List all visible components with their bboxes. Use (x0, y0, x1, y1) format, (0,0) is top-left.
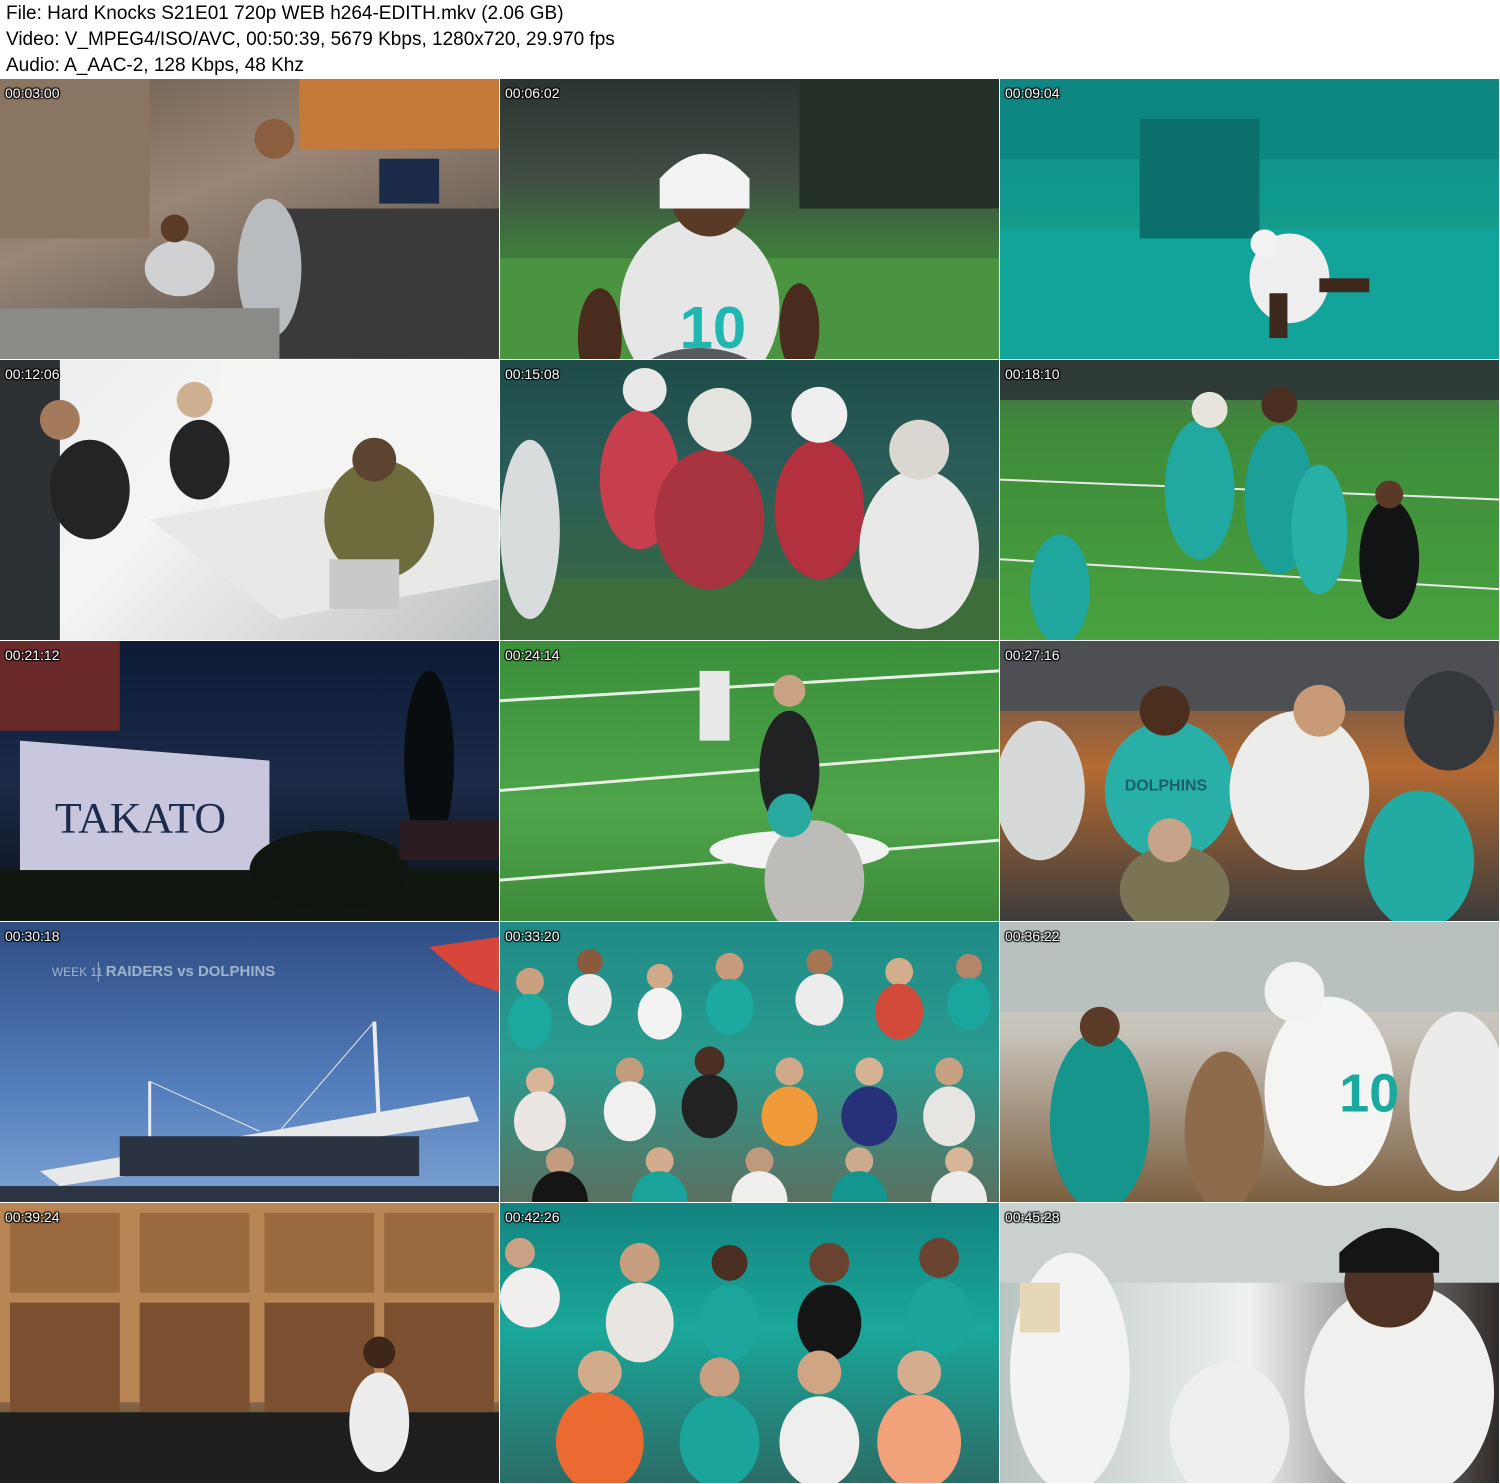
cheering-fans-scene (500, 1237, 972, 1483)
coach-on-field-scene (500, 669, 999, 921)
thumbnail-frame: 00:15:08 (500, 360, 1000, 641)
jersey-number: 10 (680, 294, 747, 359)
week-label: WEEK 11 (52, 965, 103, 979)
thumbnail-frame: 00:24:14 (500, 641, 1000, 922)
thumbnail-frame: 10 00:06:02 (500, 79, 1000, 360)
timestamp-label: 00:33:20 (505, 928, 560, 944)
restaurant-name: TAKATO (55, 794, 226, 842)
matchup-label: RAIDERS vs DOLPHINS (106, 963, 275, 980)
timestamp-label: 00:30:18 (5, 928, 60, 944)
thumbnail-frame: WEEK 11 RAIDERS vs DOLPHINS 00:30:18 (0, 922, 500, 1203)
file-name-line: File: Hard Knocks S21E01 720p WEB h264-E… (6, 3, 564, 24)
timestamp-label: 00:45:28 (1005, 1209, 1060, 1225)
sideline-players-scene (1000, 360, 1499, 640)
timestamp-label: 00:39:24 (5, 1209, 60, 1225)
office-meeting-scene (0, 360, 499, 640)
qb-drill-scene (500, 367, 999, 640)
crowd-fans (507, 948, 992, 1202)
practice-player-scene: 10 (500, 79, 999, 359)
thumbnail-frame: 00:33:20 (500, 922, 1000, 1203)
stadium-exterior-scene: WEEK 11 RAIDERS vs DOLPHINS (0, 936, 499, 1202)
locker-room-crowd-scene: DOLPHINS (1000, 641, 1499, 921)
timestamp-label: 00:03:00 (5, 85, 60, 101)
thumbnail-frame: 00:42:26 (500, 1203, 1000, 1484)
audio-info-line: Audio: A_AAC-2, 128 Kbps, 48 Khz (6, 55, 304, 76)
thumbnail-frame: 00:45:28 (1000, 1203, 1500, 1484)
thumbnail-frame: 00:09:04 (1000, 79, 1500, 360)
timestamp-label: 00:06:02 (505, 85, 560, 101)
hoodie-text: DOLPHINS (1125, 777, 1207, 794)
thumbnail-frame: TAKATO 00:21:12 (0, 641, 500, 922)
timestamp-label: 00:21:12 (5, 647, 60, 663)
empty-lockers-scene (0, 1203, 499, 1483)
sideline-closeup-scene (1000, 1203, 1499, 1483)
thumbnail-grid: 00:03:00 10 00:06:02 00:09:04 00:12:06 0… (0, 79, 1500, 1484)
timestamp-label: 00:15:08 (505, 366, 560, 382)
sideline-receiver-scene: 10 (1000, 922, 1499, 1202)
thumbnail-frame: DOLPHINS 00:27:16 (1000, 641, 1500, 922)
crowd-fans (500, 1237, 972, 1483)
timestamp-label: 00:24:14 (505, 647, 560, 663)
film-room-scene (0, 79, 499, 359)
timestamp-label: 00:27:16 (1005, 647, 1060, 663)
timestamp-label: 00:09:04 (1005, 85, 1060, 101)
wall-climb-scene (1000, 79, 1499, 359)
fans-in-stands-scene (507, 948, 992, 1202)
timestamp-label: 00:36:22 (1005, 928, 1060, 944)
restaurant-sign-scene: TAKATO (0, 641, 499, 921)
thumbnail-frame: 00:03:00 (0, 79, 500, 360)
thumbnail-frame: 10 00:36:22 (1000, 922, 1500, 1203)
thumbnail-frame: 00:18:10 (1000, 360, 1500, 641)
jersey-number: 10 (1339, 1063, 1399, 1123)
timestamp-label: 00:42:26 (505, 1209, 560, 1225)
thumbnail-frame: 00:12:06 (0, 360, 500, 641)
timestamp-label: 00:18:10 (1005, 366, 1060, 382)
file-info-header: File: Hard Knocks S21E01 720p WEB h264-E… (0, 0, 1500, 78)
thumbnail-frame: 00:39:24 (0, 1203, 500, 1484)
timestamp-label: 00:12:06 (5, 366, 60, 382)
video-info-line: Video: V_MPEG4/ISO/AVC, 00:50:39, 5679 K… (6, 29, 615, 50)
